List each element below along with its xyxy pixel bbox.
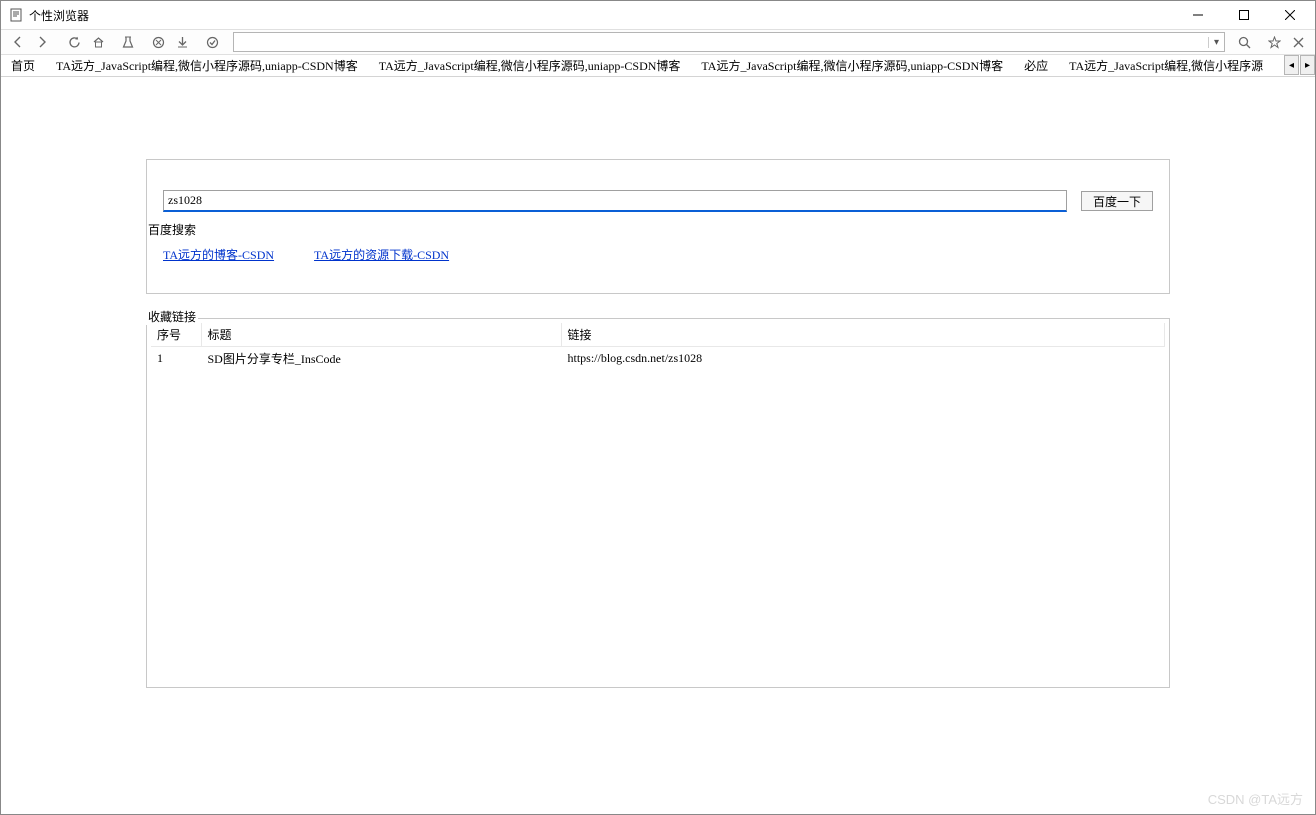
cell-index: 1 (151, 347, 201, 371)
address-dropdown-button[interactable]: ▾ (1208, 37, 1224, 48)
search-submit-button[interactable]: 百度一下 (1081, 191, 1153, 211)
tab-csdn-1[interactable]: TA远方_JavaScript编程,微信小程序源码,uniapp-CSDN博客 (46, 55, 369, 77)
link-blog-csdn[interactable]: TA远方的博客-CSDN (163, 246, 274, 263)
address-input[interactable] (234, 33, 1208, 51)
table-header-row: 序号 标题 链接 (151, 323, 1165, 347)
tab-label: 必应 (1024, 57, 1048, 74)
toolbar: ▾ (1, 29, 1315, 55)
col-title[interactable]: 标题 (201, 323, 561, 347)
search-input[interactable] (163, 190, 1067, 212)
close-tab-button[interactable] (1287, 31, 1309, 53)
link-download-csdn[interactable]: TA远方的资源下载-CSDN (314, 246, 449, 263)
check-button[interactable] (201, 31, 223, 53)
tab-bar: 首页 TA远方_JavaScript编程,微信小程序源码,uniapp-CSDN… (1, 55, 1315, 77)
col-index[interactable]: 序号 (151, 323, 201, 347)
favorites-panel: 序号 标题 链接 1 SD图片分享专栏_InsCode https://blog… (146, 318, 1170, 688)
download-button[interactable] (171, 31, 193, 53)
search-panel: 百度一下 TA远方的博客-CSDN TA远方的资源下载-CSDN (146, 159, 1170, 294)
col-link[interactable]: 链接 (561, 323, 1165, 347)
window-title: 个性浏览器 (29, 7, 89, 24)
address-bar: ▾ (233, 32, 1225, 52)
table-row[interactable]: 1 SD图片分享专栏_InsCode https://blog.csdn.net… (151, 347, 1165, 371)
tab-label: TA远方_JavaScript编程,微信小程序源 (1069, 57, 1263, 74)
favorites-table: 序号 标题 链接 1 SD图片分享专栏_InsCode https://blog… (151, 323, 1165, 370)
close-window-button[interactable] (1267, 1, 1313, 29)
tab-csdn-2[interactable]: TA远方_JavaScript编程,微信小程序源码,uniapp-CSDN博客 (369, 55, 692, 77)
search-button[interactable] (1233, 31, 1255, 53)
cancel-button[interactable] (147, 31, 169, 53)
tab-label: TA远方_JavaScript编程,微信小程序源码,uniapp-CSDN博客 (56, 57, 358, 74)
maximize-button[interactable] (1221, 1, 1267, 29)
favorite-button[interactable] (1263, 31, 1285, 53)
back-button[interactable] (7, 31, 29, 53)
tab-label: TA远方_JavaScript编程,微信小程序源码,uniapp-CSDN博客 (379, 57, 681, 74)
tab-scroll-right[interactable]: ▸ (1300, 55, 1315, 75)
forward-button[interactable] (31, 31, 53, 53)
titlebar: 个性浏览器 (1, 1, 1315, 29)
tab-home[interactable]: 首页 (1, 55, 46, 77)
tab-label: TA远方_JavaScript编程,微信小程序源码,uniapp-CSDN博客 (701, 57, 1003, 74)
lab-button[interactable] (117, 31, 139, 53)
page-content: 百度搜索 百度一下 TA远方的博客-CSDN TA远方的资源下载-CSDN 收藏… (1, 79, 1315, 814)
favorites-panel-legend: 收藏链接 (146, 308, 198, 325)
cell-title: SD图片分享专栏_InsCode (201, 347, 561, 371)
cell-link: https://blog.csdn.net/zs1028 (561, 347, 1165, 371)
home-button[interactable] (87, 31, 109, 53)
tab-scroll-left[interactable]: ◂ (1284, 55, 1299, 75)
tab-csdn-4[interactable]: TA远方_JavaScript编程,微信小程序源 (1059, 55, 1274, 77)
app-icon (9, 8, 23, 22)
tab-label: 首页 (11, 57, 35, 74)
minimize-button[interactable] (1175, 1, 1221, 29)
tab-bing[interactable]: 必应 (1014, 55, 1059, 77)
refresh-button[interactable] (63, 31, 85, 53)
tab-csdn-3[interactable]: TA远方_JavaScript编程,微信小程序源码,uniapp-CSDN博客 (691, 55, 1014, 77)
